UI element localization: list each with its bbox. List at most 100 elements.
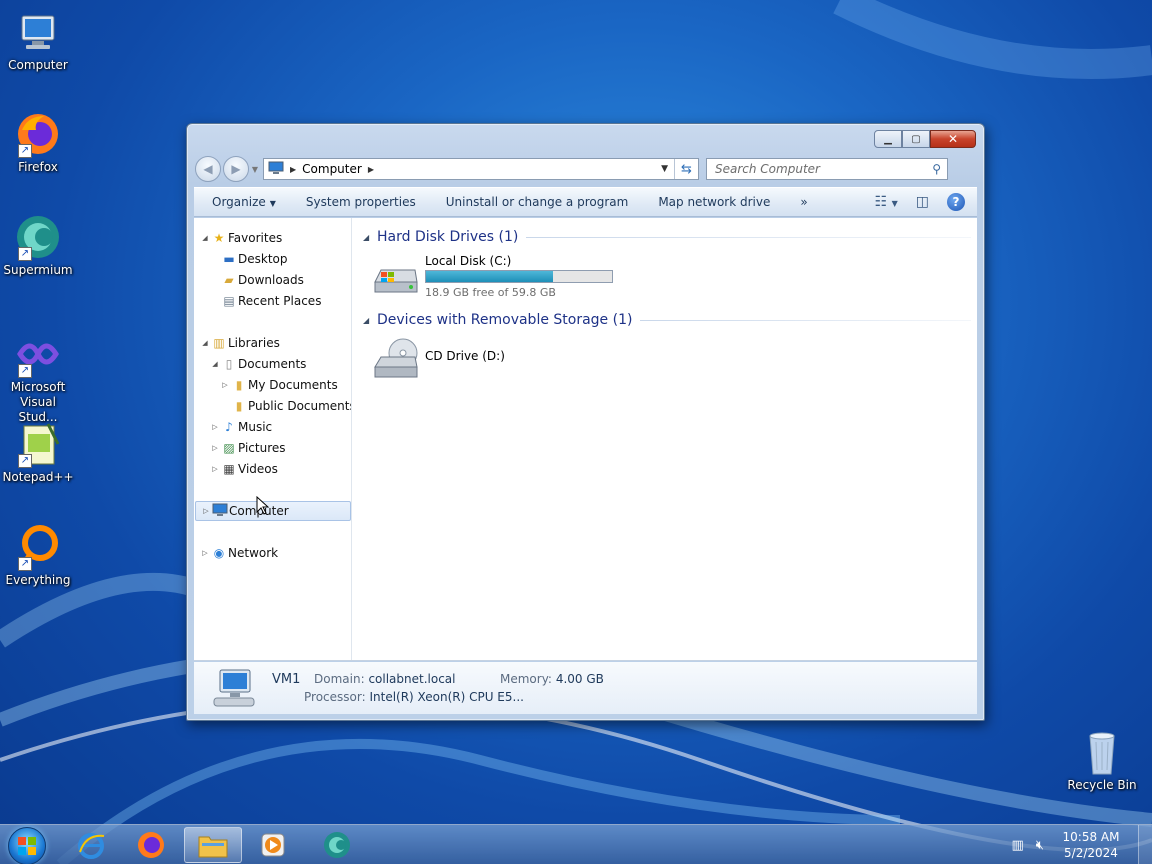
caption-buttons: ▁ ▢ ✕ [874,130,976,148]
computer-large-icon [210,668,258,713]
refresh-icon[interactable]: ⇆ [674,159,698,179]
preview-pane-icon[interactable]: ◫ [916,194,929,210]
desktop-icon-computer[interactable]: Computer [0,8,76,73]
desktop-icon-notepadpp[interactable]: ↗ Notepad++ [0,420,76,485]
details-pane: VM1 Domain: collabnet.local Memory: 4.00… [194,662,977,714]
network-status-icon[interactable]: ▥ [1012,838,1024,853]
nav-item-computer[interactable]: ▷ Computer [195,501,351,521]
breadcrumb-chevron-icon[interactable]: ▶ [368,165,374,174]
shortcut-arrow-icon: ↗ [18,364,32,378]
expanded-arrow-icon[interactable]: ◢ [200,339,210,347]
expanded-arrow-icon[interactable]: ◢ [200,234,210,242]
shortcut-arrow-icon: ↗ [18,144,32,158]
desktop-icon-label: Computer [8,58,68,72]
nav-item-favorites[interactable]: ◢ ★ Favorites [200,228,282,248]
group-header-hard-disks[interactable]: ◢ Hard Disk Drives (1) [363,227,971,247]
help-icon[interactable]: ? [947,193,965,211]
map-network-drive-button[interactable]: Map network drive [658,195,770,209]
nav-label: Network [228,546,279,560]
pictures-icon: ▨ [223,441,235,455]
drive-name: CD Drive (D:) [425,349,505,363]
nav-item-downloads[interactable]: ▰ Downloads [220,270,304,290]
videos-icon: ▦ [223,462,235,476]
shortcut-arrow-icon: ↗ [18,247,32,261]
drive-item-d[interactable]: CD Drive (D:) [371,335,505,383]
main-pane: ◢ Hard Disk Drives (1) Local Disk (C:) 1… [353,218,977,660]
breadcrumb-chevron-icon[interactable]: ▶ [290,165,296,174]
nav-item-documents[interactable]: ◢ ▯ Documents [210,354,306,374]
taskbar-media-player[interactable] [244,827,302,863]
expanded-arrow-icon[interactable]: ◢ [363,233,377,242]
address-bar[interactable]: ▶ Computer ▶ ▼ ⇆ [263,158,699,180]
address-dropdown-icon[interactable]: ▼ [661,164,668,174]
internet-explorer-icon [78,833,105,859]
more-commands-button[interactable]: » [800,195,807,209]
search-icon[interactable]: ⚲ [932,162,941,176]
back-button[interactable]: ◀ [195,156,221,182]
taskbar: ▥ 🔇︎ 10:58 AM 5/2/2024 [0,824,1152,864]
desktop-icon-label: Notepad++ [2,470,74,484]
system-properties-button[interactable]: System properties [306,195,416,209]
nav-item-my-documents[interactable]: ▷ ▮ My Documents [220,375,337,395]
nav-label: Downloads [238,273,304,287]
nav-item-videos[interactable]: ▷ ▦ Videos [210,459,278,479]
nav-item-recent-places[interactable]: ▤ Recent Places [220,291,321,311]
group-divider [526,236,971,238]
nav-item-music[interactable]: ▷ ♪ Music [210,417,272,437]
media-player-icon [261,833,285,857]
desktop-icon-everything[interactable]: ↗ Everything [0,523,76,588]
taskbar-firefox[interactable] [122,827,180,863]
group-header-removable[interactable]: ◢ Devices with Removable Storage (1) [363,310,971,330]
nav-item-public-documents[interactable]: ▮ Public Documents [230,396,351,416]
navigation-pane: ◢ ★ Favorites ▬ Desktop ▰ Downloads ▤ Re… [194,218,352,660]
search-input[interactable] [715,162,915,176]
maximize-button[interactable]: ▢ [902,130,930,148]
nav-item-libraries[interactable]: ◢ ▥ Libraries [200,333,280,353]
organize-label: Organize [212,195,266,209]
minimize-button[interactable]: ▁ [874,130,902,148]
collapsed-arrow-icon[interactable]: ▷ [220,381,230,389]
supermium-icon: ↗ [14,213,62,261]
computer-icon [14,8,62,56]
nav-item-pictures[interactable]: ▷ ▨ Pictures [210,438,285,458]
libraries-icon: ▥ [213,336,225,350]
memory-info: Memory: 4.00 GB [500,672,604,686]
volume-muted-icon[interactable]: 🔇︎ [1036,838,1044,853]
forward-arrow-icon: ▶ [231,162,241,176]
expanded-arrow-icon[interactable]: ◢ [363,316,377,325]
system-tray: ▥ 🔇︎ 10:58 AM 5/2/2024 [1012,825,1152,864]
desktop-icon-firefox[interactable]: ↗ Firefox [0,110,76,175]
nav-label: Desktop [238,252,288,266]
drive-item-c[interactable]: Local Disk (C:) 18.9 GB free of 59.8 GB [371,252,613,300]
search-box[interactable]: ⚲ [706,158,948,180]
desktop-icon-visual-studio[interactable]: ↗ Microsoft Visual Stud... [0,330,76,425]
command-bar: Organize ▼ System properties Uninstall or… [194,187,977,217]
everything-icon: ↗ [14,523,62,571]
collapsed-arrow-icon[interactable]: ▷ [200,549,210,557]
desktop-icon-supermium[interactable]: ↗ Supermium [0,213,76,278]
clock[interactable]: 10:58 AM 5/2/2024 [1056,829,1126,861]
collapsed-arrow-icon[interactable]: ▷ [201,507,211,515]
recent-pages-dropdown[interactable]: ▼ [249,165,261,174]
taskbar-windows-explorer[interactable] [184,827,242,863]
nav-item-network[interactable]: ▷ ◉ Network [200,543,278,563]
desktop-folder-icon: ▬ [223,252,235,266]
forward-button[interactable]: ▶ [223,156,249,182]
nav-item-desktop[interactable]: ▬ Desktop [220,249,288,269]
collapsed-arrow-icon[interactable]: ▷ [210,423,220,431]
start-button[interactable] [8,827,46,864]
breadcrumb-computer[interactable]: Computer [302,162,362,176]
domain-info: Domain: collabnet.local [314,672,455,686]
expanded-arrow-icon[interactable]: ◢ [210,360,220,368]
show-desktop-button[interactable] [1138,825,1152,864]
taskbar-supermium[interactable] [308,827,366,863]
desktop-icon-recycle-bin[interactable]: Recycle Bin [1064,728,1140,793]
close-button[interactable]: ✕ [930,130,976,148]
change-view-icon[interactable]: ☷ ▼ [875,194,898,210]
taskbar-internet-explorer[interactable] [62,827,120,863]
collapsed-arrow-icon[interactable]: ▷ [210,465,220,473]
uninstall-program-button[interactable]: Uninstall or change a program [446,195,629,209]
collapsed-arrow-icon[interactable]: ▷ [210,444,220,452]
drive-usage-bar [425,270,613,283]
organize-button[interactable]: Organize ▼ [212,195,276,209]
